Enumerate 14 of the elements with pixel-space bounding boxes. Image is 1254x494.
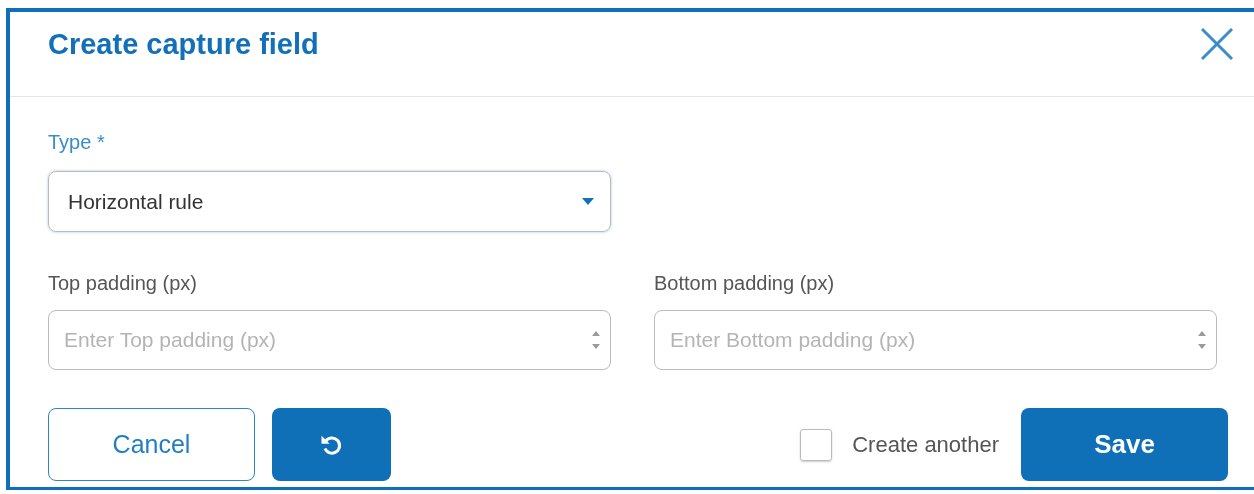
field-label: Type * [48,130,106,155]
close-icon[interactable] [1200,27,1234,61]
field-label: Top padding (px) [48,271,198,296]
caret-icon [582,198,594,205]
cancel-button[interactable]: Cancel [48,408,255,481]
input-field[interactable]: Enter Top padding (px) [48,310,611,370]
field-label: Bottom padding (px) [654,271,836,296]
dialog-title: Create capture field [48,27,319,61]
type-dropdown[interactable]: Horizontal rule [48,171,611,232]
save-button[interactable]: Save [1021,408,1228,481]
checkbox-label[interactable]: Create another [852,431,999,458]
input-field[interactable]: Enter Bottom padding (px) [654,310,1217,370]
checkbox[interactable] [800,428,833,461]
reset-button[interactable] [272,408,391,481]
